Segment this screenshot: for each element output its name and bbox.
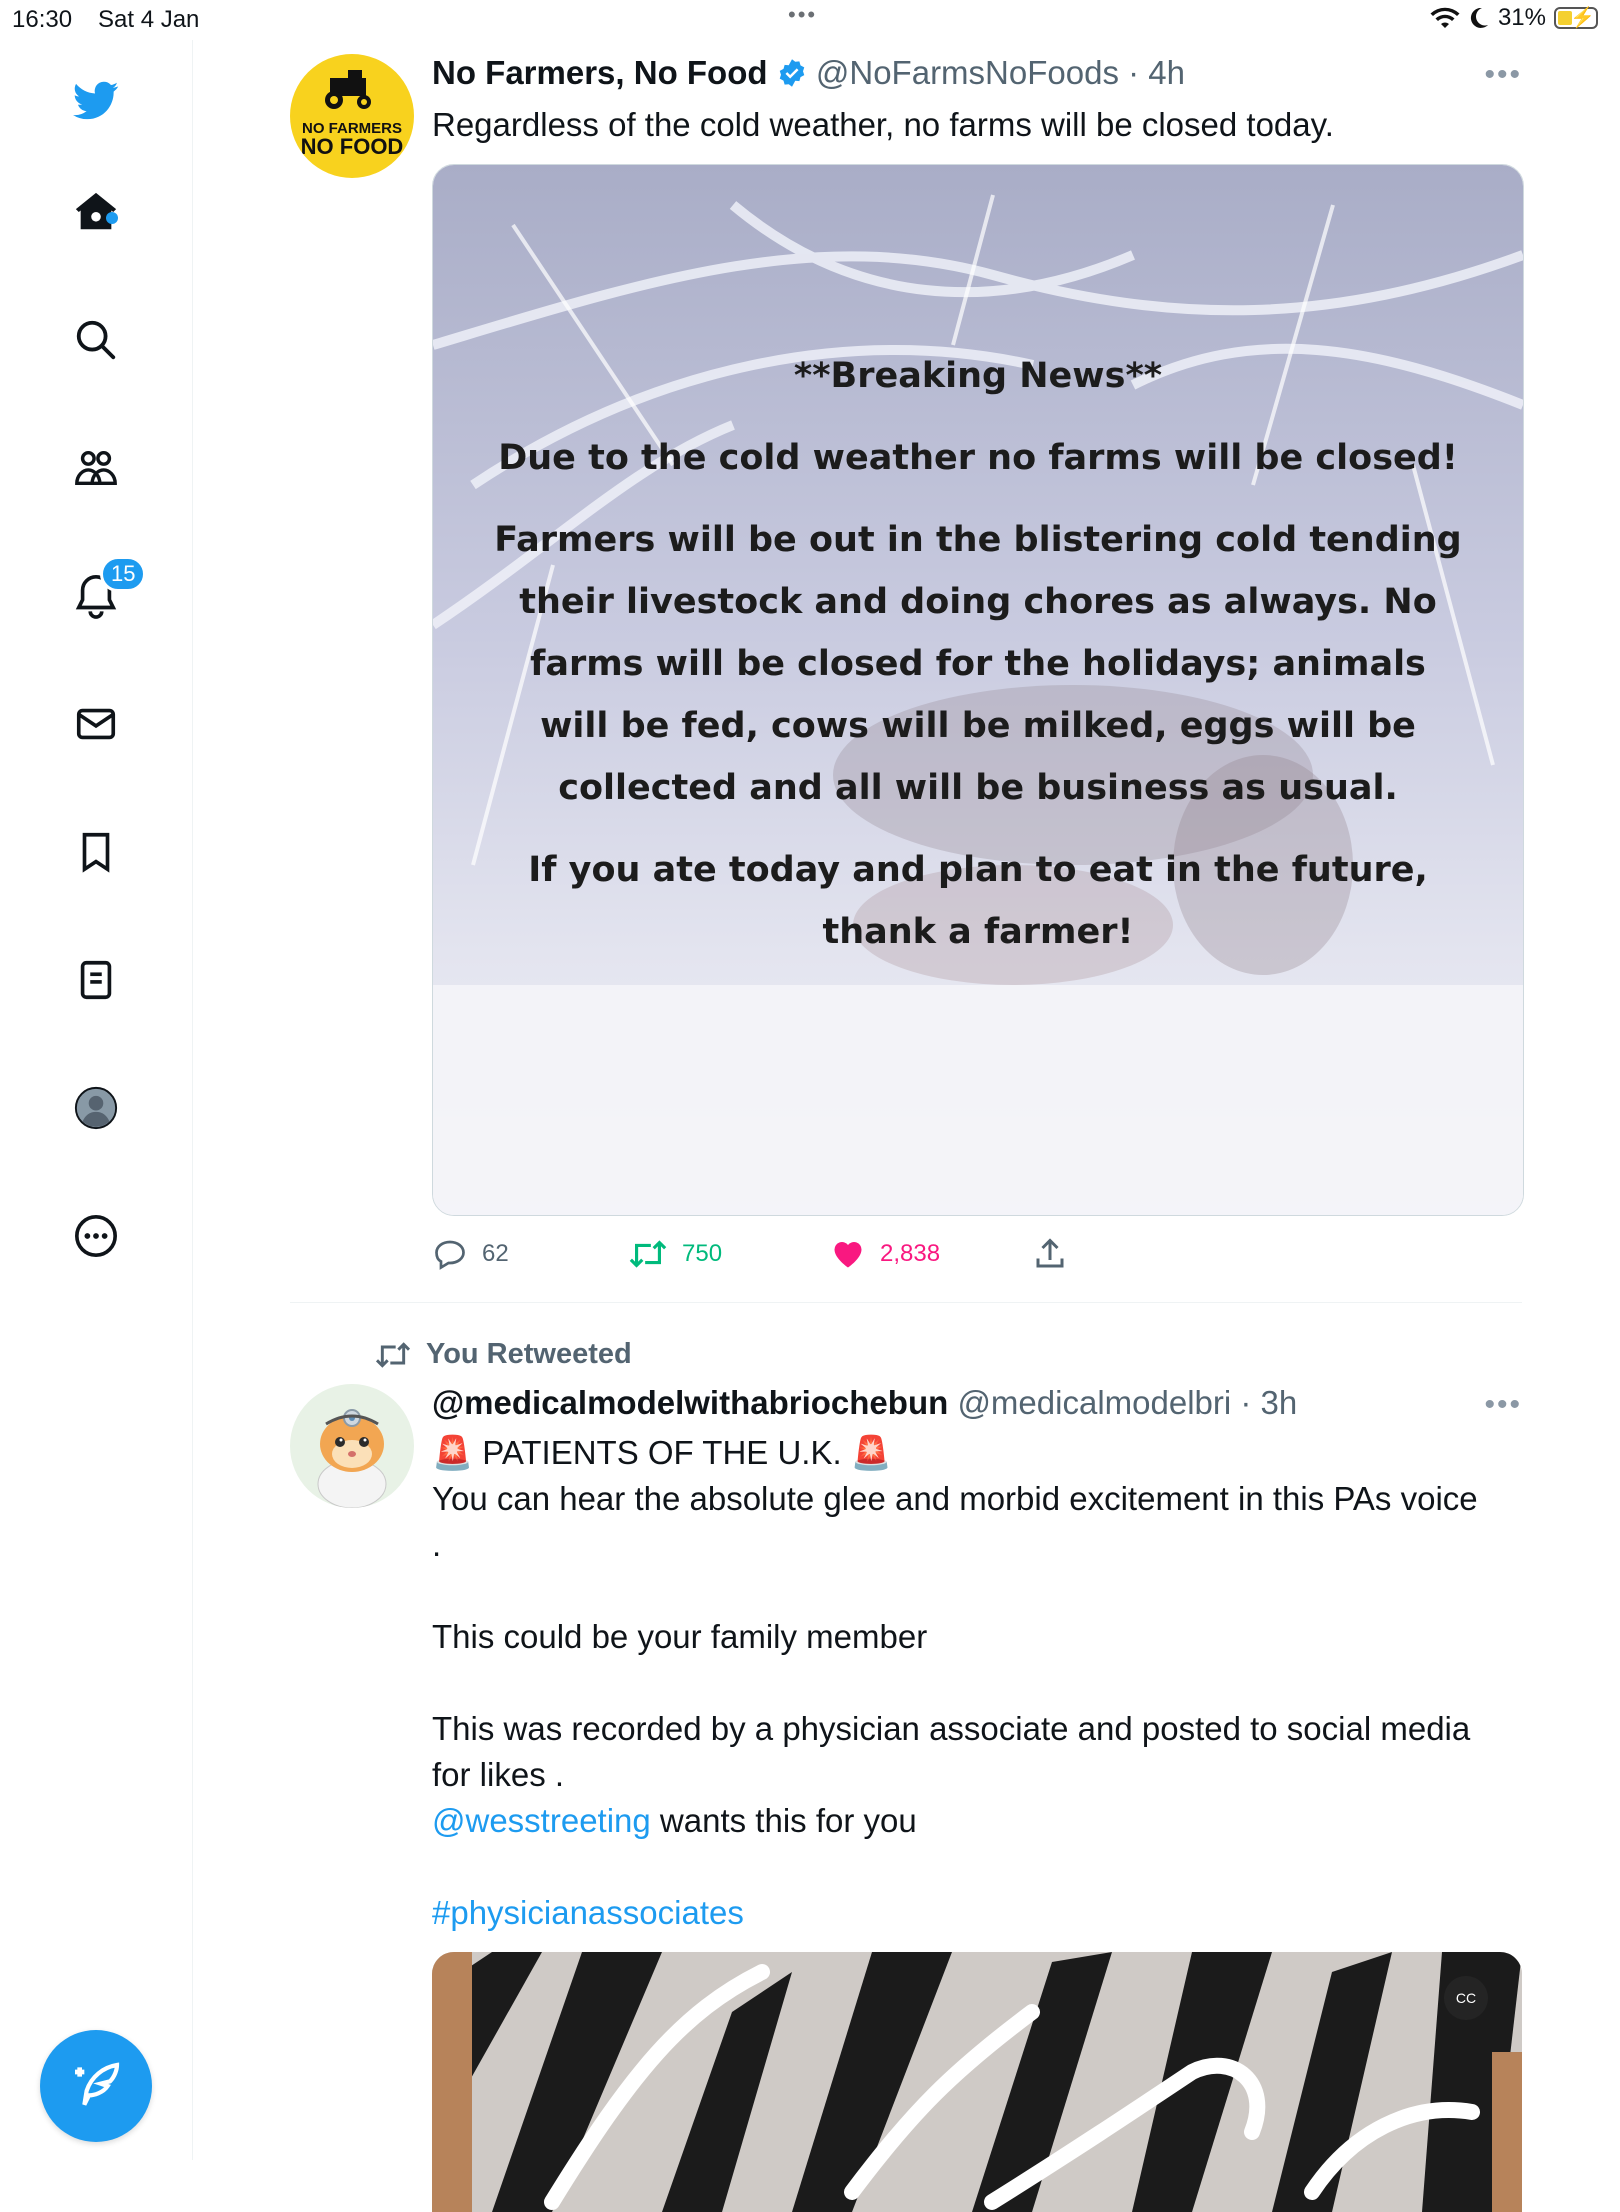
tweet-card[interactable]: @medicalmodelwithabriochebun @medicalmod…	[290, 1384, 1522, 1944]
hashtag-link[interactable]: #physicianassociates	[432, 1890, 1532, 1936]
image-line-3: If you ate today and plan to eat in the …	[528, 850, 1428, 952]
status-bar: 16:30 Sat 4 Jan ••• 31% ⚡	[0, 0, 1620, 40]
share-button[interactable]	[1032, 1236, 1068, 1272]
like-count: 2,838	[880, 1240, 941, 1267]
display-name[interactable]: No Farmers, No Food	[432, 54, 768, 91]
communities-icon[interactable]	[66, 438, 126, 498]
tweet-divider	[290, 1302, 1522, 1303]
avatar[interactable]: NO FARMERS NO FOOD	[290, 54, 414, 178]
notification-count-badge: 15	[100, 556, 147, 592]
tweet-more-menu-icon[interactable]: •••	[1484, 1388, 1522, 1422]
display-name[interactable]: @medicalmodelwithabriochebun	[432, 1384, 948, 1421]
like-button[interactable]: 2,838	[830, 1236, 940, 1272]
status-time: 16:30	[12, 6, 73, 33]
multitasking-dots-icon[interactable]: •••	[788, 2, 817, 28]
wifi-icon	[1430, 7, 1460, 28]
verified-badge-icon	[779, 59, 804, 87]
sidebar: 15	[0, 40, 193, 2160]
retweeted-label: You Retweeted	[374, 1338, 632, 1371]
hamster-doctor-avatar-icon	[317, 1409, 387, 1508]
tweet-line: .	[432, 1526, 442, 1563]
tweet-header: No Farmers, No Food @NoFarmsNoFoods · 4h	[432, 54, 1185, 92]
compose-tweet-button[interactable]	[40, 2030, 152, 2142]
tweet-line: 🚨 PATIENTS OF THE U.K. 🚨	[432, 1434, 892, 1471]
reply-icon	[435, 1240, 465, 1270]
reply-count: 62	[482, 1240, 509, 1267]
tweet-line: This was recorded by a physician associa…	[432, 1710, 1471, 1747]
handle[interactable]: @medicalmodelbri	[957, 1384, 1231, 1421]
image-line-1: Due to the cold weather no farms will be…	[498, 438, 1458, 478]
tweet-image[interactable]: **Breaking News** Due to the cold weathe…	[432, 164, 1524, 1216]
compose-feather-icon	[75, 2062, 120, 2106]
battery-percent: 31%	[1497, 4, 1546, 31]
home-icon[interactable]	[66, 182, 126, 242]
retweet-button[interactable]: 750	[628, 1236, 722, 1272]
retweet-icon	[375, 1341, 411, 1368]
home-unread-dot	[106, 212, 118, 224]
status-date: Sat 4 Jan	[98, 6, 200, 33]
mention-rest: wants this for you	[650, 1802, 917, 1839]
timestamp[interactable]: · 3h	[1240, 1384, 1297, 1421]
profile-icon[interactable]	[66, 1078, 126, 1138]
retweeted-text: You Retweeted	[426, 1338, 632, 1370]
status-right: 31% ⚡	[1430, 4, 1598, 32]
tweet-line: for likes .	[432, 1756, 565, 1793]
messages-icon[interactable]	[66, 694, 126, 754]
bookmarks-icon[interactable]	[66, 822, 126, 882]
tweet-video[interactable]: CC	[432, 1952, 1522, 2212]
avatar-text-bottom: NO FOOD	[300, 134, 404, 159]
battery-icon: ⚡	[1554, 7, 1598, 29]
avatar[interactable]	[290, 1384, 414, 1508]
closed-captions-icon[interactable]: CC	[1444, 1976, 1488, 2020]
heart-icon	[834, 1242, 862, 1268]
tweet-text: Regardless of the cold weather, no farms…	[432, 106, 1334, 143]
more-icon[interactable]	[66, 1206, 126, 1266]
image-caption: **Breaking News** Due to the cold weathe…	[493, 345, 1463, 983]
tweet-actions: 62 750 2,838	[432, 1236, 1132, 1286]
video-thumbnail	[432, 1952, 1522, 2212]
tweet-line: This could be your family member	[432, 1618, 928, 1655]
moon-icon	[1470, 7, 1488, 28]
twitter-logo-icon[interactable]	[66, 70, 126, 130]
share-icon	[1036, 1238, 1064, 1268]
tweet-header: @medicalmodelwithabriochebun @medicalmod…	[432, 1384, 1297, 1422]
timeline-feed: NO FARMERS NO FOOD No Farmers, No Food @…	[192, 40, 1620, 2212]
tweet-line: You can hear the absolute glee and morbi…	[432, 1480, 1478, 1517]
retweet-count: 750	[682, 1240, 723, 1267]
image-headline: **Breaking News**	[793, 356, 1163, 396]
lists-icon[interactable]	[66, 950, 126, 1010]
timestamp[interactable]: · 4h	[1128, 54, 1185, 91]
handle[interactable]: @NoFarmsNoFoods	[816, 54, 1119, 91]
retweet-icon	[629, 1240, 667, 1268]
tweet-line-mention: @wesstreeting wants this for you	[432, 1798, 1532, 1844]
tweet-text: 🚨 PATIENTS OF THE U.K. 🚨 You can hear th…	[432, 1430, 1532, 1936]
reply-button[interactable]: 62	[432, 1236, 509, 1272]
search-icon[interactable]	[66, 310, 126, 370]
image-line-2: Farmers will be out in the blistering co…	[494, 520, 1462, 808]
tweet-more-menu-icon[interactable]: •••	[1484, 58, 1522, 92]
mention-link[interactable]: @wesstreeting	[432, 1802, 651, 1839]
